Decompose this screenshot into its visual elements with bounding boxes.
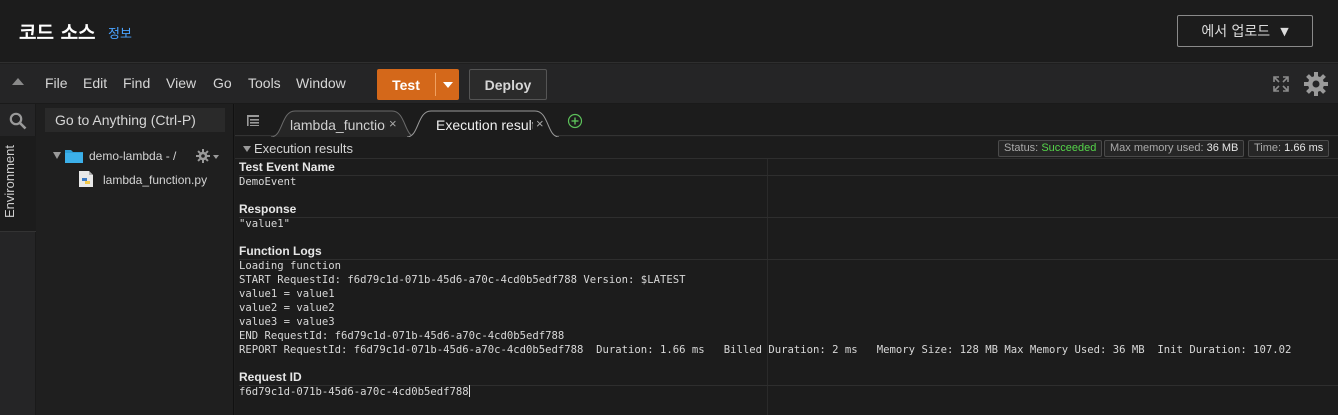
request-id-line[interactable]: f6d79c1d-071b-45d6-a70c-4cd0b5edf788 [239, 385, 470, 399]
caret-down-icon: ▼ [1280, 24, 1289, 38]
add-tab-icon[interactable] [567, 113, 583, 129]
collapse-arrow-icon[interactable] [12, 78, 24, 85]
fullscreen-icon[interactable] [1271, 74, 1291, 94]
memory-label: Max memory used: [1110, 142, 1204, 154]
tab-lambda-function[interactable]: lambda_function × [271, 110, 416, 137]
log-line: value2 = value2 [239, 302, 335, 314]
page-title: 코드 소스 [19, 22, 96, 44]
menu-go[interactable]: Go [213, 75, 232, 91]
time-badge: Time: 1.66 ms [1248, 140, 1330, 157]
upload-button[interactable]: 에서 업로드 ▼ [1177, 15, 1313, 47]
menu-view[interactable]: View [166, 75, 196, 91]
log-line: Loading function [239, 260, 342, 272]
status-badge: Status: Succeeded [998, 140, 1103, 157]
log-line: START RequestId: f6d79c1d-071b-45d6-a70c… [239, 274, 686, 286]
gear-icon[interactable] [196, 149, 210, 163]
results-header-title: Execution results [254, 141, 353, 156]
tree-file-item[interactable]: lambda_function.py [79, 171, 229, 187]
page-header: 코드 소스 정보 에서 업로드 ▼ [0, 0, 1338, 63]
section-title: Response [239, 203, 1338, 218]
section-title: Request ID [239, 371, 1338, 386]
tab-list-icon[interactable] [247, 115, 259, 126]
test-button-divider [435, 73, 436, 96]
goto-anything-input[interactable]: Go to Anything (Ctrl-P) [45, 108, 225, 132]
execution-results-pane: Execution results Status: Succeeded Max … [235, 137, 1338, 415]
status-label: Status: [1004, 142, 1039, 154]
menu-find[interactable]: Find [123, 75, 150, 91]
caret-down-icon[interactable] [243, 146, 251, 152]
file-tree-panel: Go to Anything (Ctrl-P) demo-lambda - / [37, 104, 234, 415]
close-icon[interactable]: × [536, 116, 544, 131]
environment-tab-label: Environment [2, 145, 17, 218]
deploy-button[interactable]: Deploy [469, 69, 547, 100]
event-name-value: DemoEvent [239, 176, 297, 188]
memory-value: 36 MB [1206, 142, 1239, 154]
section-title: Test Event Name [239, 161, 1338, 176]
upload-button-label: 에서 업로드 [1201, 24, 1271, 40]
request-id-value: f6d79c1d-071b-45d6-a70c-4cd0b5edf788 [239, 386, 469, 398]
menu-tools[interactable]: Tools [248, 75, 281, 91]
ide-menubar: File Edit Find View Go Tools Window Test… [0, 64, 1338, 104]
caret-down-icon[interactable] [53, 152, 61, 159]
memory-badge: Max memory used: 36 MB [1104, 140, 1245, 157]
log-line: value3 = value3 [239, 316, 335, 328]
time-label: Time: [1254, 142, 1282, 154]
time-value: 1.66 ms [1284, 142, 1324, 154]
log-line: value1 = value1 [239, 288, 335, 300]
python-file-icon [79, 171, 93, 187]
gear-icon[interactable] [1303, 71, 1329, 97]
tree-folder-root[interactable]: demo-lambda - / [53, 148, 228, 164]
results-header: Execution results Status: Succeeded Max … [235, 137, 1338, 159]
info-link[interactable]: 정보 [108, 23, 132, 42]
folder-icon [65, 150, 83, 163]
tab-label: lambda_function [290, 117, 386, 133]
status-value: Succeeded [1041, 142, 1097, 154]
menu-file[interactable]: File [45, 75, 68, 91]
test-dropdown-icon[interactable] [443, 82, 453, 88]
log-line: END RequestId: f6d79c1d-071b-45d6-a70c-4… [239, 330, 565, 342]
editor-tab-bar: lambda_function × Execution results × [235, 104, 1338, 137]
tab-label: Execution results [436, 117, 533, 133]
caret-down-icon[interactable] [213, 155, 219, 159]
search-icon[interactable] [9, 112, 27, 130]
menu-window[interactable]: Window [296, 75, 346, 91]
log-line: REPORT RequestId: f6d79c1d-071b-45d6-a70… [239, 344, 1292, 356]
left-sidebar-strip: Environment [0, 104, 36, 415]
environment-tab[interactable]: Environment [0, 136, 36, 232]
text-cursor [468, 385, 470, 397]
tree-file-label: lambda_function.py [103, 173, 208, 187]
menu-edit[interactable]: Edit [83, 75, 107, 91]
test-button[interactable]: Test [377, 69, 459, 100]
tree-folder-label: demo-lambda - / [89, 149, 177, 163]
close-icon[interactable]: × [389, 116, 397, 131]
test-button-label: Test [392, 76, 420, 93]
tab-execution-results[interactable]: Execution results × [407, 110, 559, 137]
response-value: "value1" [239, 218, 291, 230]
section-title: Function Logs [239, 245, 1338, 260]
